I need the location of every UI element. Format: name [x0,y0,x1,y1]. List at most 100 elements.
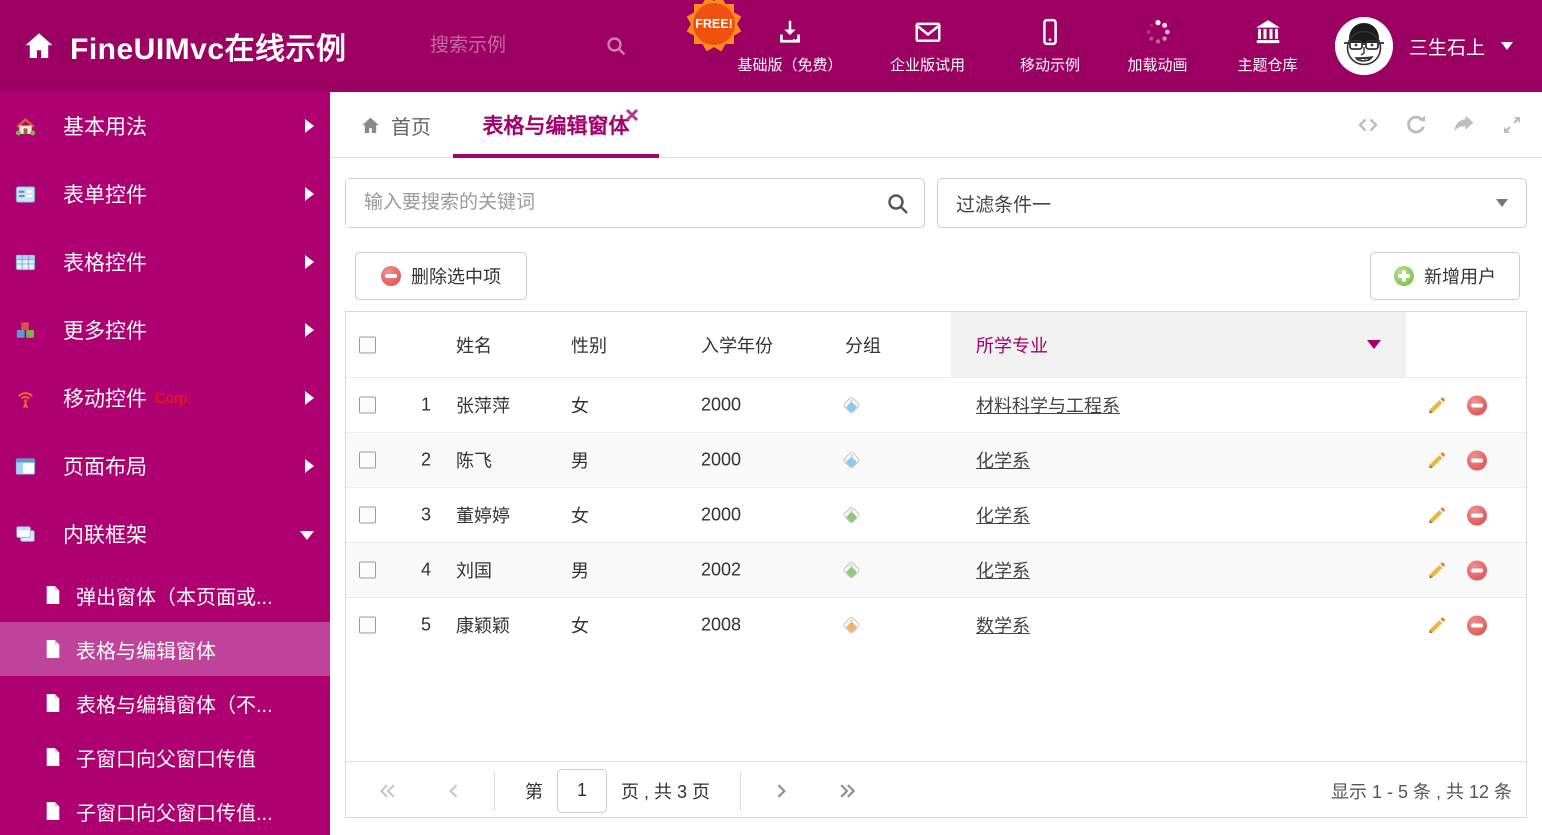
mobile-icon [1043,18,1057,46]
cell-gender: 男 [571,451,589,471]
major-link[interactable]: 化学系 [976,561,1030,581]
filter-dropdown[interactable]: 过滤条件一 [937,178,1527,228]
first-page-button[interactable] [378,781,398,801]
edit-pencil-icon[interactable] [1426,450,1447,471]
keyword-search-input[interactable] [346,179,866,227]
page-number-input[interactable] [557,768,607,813]
row-number: 4 [420,559,431,580]
row-number: 5 [420,614,431,635]
nav-item-enterprise-trial[interactable]: 企业版试用 [860,0,995,92]
delete-row-icon[interactable] [1467,615,1487,635]
cell-year: 2008 [701,614,742,635]
search-icon[interactable] [886,192,910,216]
house-icon [15,117,36,135]
row-number: 2 [420,449,431,470]
sidebar-item-mobile-controls[interactable]: 移动控件 Corp. [0,364,330,432]
column-header-group[interactable]: 分组 [845,332,881,358]
row-checkbox[interactable] [359,561,376,579]
row-checkbox[interactable] [359,616,376,634]
cell-gender: 男 [571,561,589,581]
sidebar-subitem-child-to-parent-2[interactable]: 子窗口向父窗口传值... [0,784,330,835]
row-number: 3 [420,504,431,525]
user-menu[interactable]: 三生石上 [1335,0,1514,92]
header-search-input[interactable] [430,35,590,57]
edit-pencil-icon[interactable] [1426,615,1447,636]
cell-name: 张萍萍 [456,396,510,416]
open-in-new-icon[interactable] [1452,113,1476,137]
edit-pencil-icon[interactable] [1426,560,1447,581]
tab-grid-edit-window[interactable]: 表格与编辑窗体 [453,92,659,158]
sidebar-subitem-child-to-parent[interactable]: 子窗口向父窗口传值 [0,730,330,784]
sidebar-subitem-grid-edit-window-2[interactable]: 表格与编辑窗体（不... [0,676,330,730]
tab-home[interactable]: 首页 [360,92,431,158]
refresh-icon[interactable] [1404,113,1428,137]
home-icon [25,33,53,59]
search-icon[interactable] [604,34,628,58]
sidebar-subitem-grid-edit-window[interactable]: 表格与编辑窗体 [0,622,330,676]
column-header-major[interactable]: 所学专业 [951,312,1406,377]
table-row: 4 刘国 男 2002 化学系 [346,542,1526,597]
nav-item-theme-repo[interactable]: 主题仓库 [1210,0,1325,92]
chevron-right-icon [305,391,314,405]
sidebar-item-grid-controls[interactable]: 表格控件 [0,228,330,296]
home-icon [362,117,379,133]
record-count-summary: 显示 1 - 5 条 , 共 12 条 [1330,781,1512,802]
select-all-checkbox[interactable] [359,336,376,353]
file-icon [46,802,60,820]
expand-icon[interactable] [1500,113,1524,137]
chevron-right-icon [305,323,314,337]
delete-row-icon[interactable] [1467,560,1487,580]
grid-header: 姓名 性别 入学年份 分组 所学专业 [346,312,1526,377]
plus-circle-icon [1394,266,1414,286]
nav-item-mobile-demo[interactable]: 移动示例 [995,0,1105,92]
column-header-gender[interactable]: 性别 [571,332,607,358]
major-link[interactable]: 数学系 [976,616,1030,636]
tab-bar: 首页 表格与编辑窗体 [330,92,1542,158]
sidebar-item-form-controls[interactable]: 表单控件 [0,160,330,228]
file-icon [46,640,60,658]
prev-page-button[interactable] [444,781,464,801]
edit-pencil-icon[interactable] [1426,395,1447,416]
major-link[interactable]: 化学系 [976,451,1030,471]
brand[interactable]: FineUIMvc在线示例 [22,0,347,92]
delete-row-icon[interactable] [1467,395,1487,415]
table-icon [15,254,36,270]
edit-pencil-icon[interactable] [1426,505,1447,526]
row-checkbox[interactable] [359,506,376,524]
form-icon [15,185,36,203]
antenna-icon [18,391,33,408]
spinner-icon [1146,20,1170,44]
major-link[interactable]: 材料科学与工程系 [976,396,1120,416]
close-icon[interactable] [625,104,639,122]
cell-year: 2000 [701,504,742,525]
cubes-icon [16,321,34,338]
table-row: 3 董婷婷 女 2000 化学系 [346,487,1526,542]
sidebar-item-iframe[interactable]: 内联框架 [0,500,330,568]
delete-row-icon[interactable] [1467,450,1487,470]
column-header-name[interactable]: 姓名 [456,332,492,358]
source-code-icon[interactable] [1356,113,1380,137]
sidebar-item-page-layout[interactable]: 页面布局 [0,432,330,500]
cell-name: 陈飞 [456,451,492,471]
sidebar-item-basic-usage[interactable]: 基本用法 [0,92,330,160]
next-page-button[interactable] [771,781,791,801]
file-icon [46,694,60,712]
cell-year: 2000 [701,449,742,470]
tag-icon [842,560,861,580]
sidebar-subitem-popup-window[interactable]: 弹出窗体（本页面或... [0,568,330,622]
add-user-button[interactable]: 新增用户 [1370,252,1520,300]
row-checkbox[interactable] [359,396,376,414]
delete-row-icon[interactable] [1467,505,1487,525]
last-page-button[interactable] [837,781,857,801]
sidebar-item-more-controls[interactable]: 更多控件 [0,296,330,364]
delete-selected-button[interactable]: 删除选中项 [355,252,527,300]
major-link[interactable]: 化学系 [976,506,1030,526]
chevron-down-icon [1367,340,1381,349]
minus-circle-icon [381,266,401,286]
column-header-year[interactable]: 入学年份 [701,332,773,358]
row-checkbox[interactable] [359,451,376,469]
cell-name: 康颖颖 [456,616,510,636]
pager-separator [740,770,742,811]
chevron-right-icon [305,187,314,201]
nav-item-loading-animations[interactable]: 加载动画 [1105,0,1210,92]
